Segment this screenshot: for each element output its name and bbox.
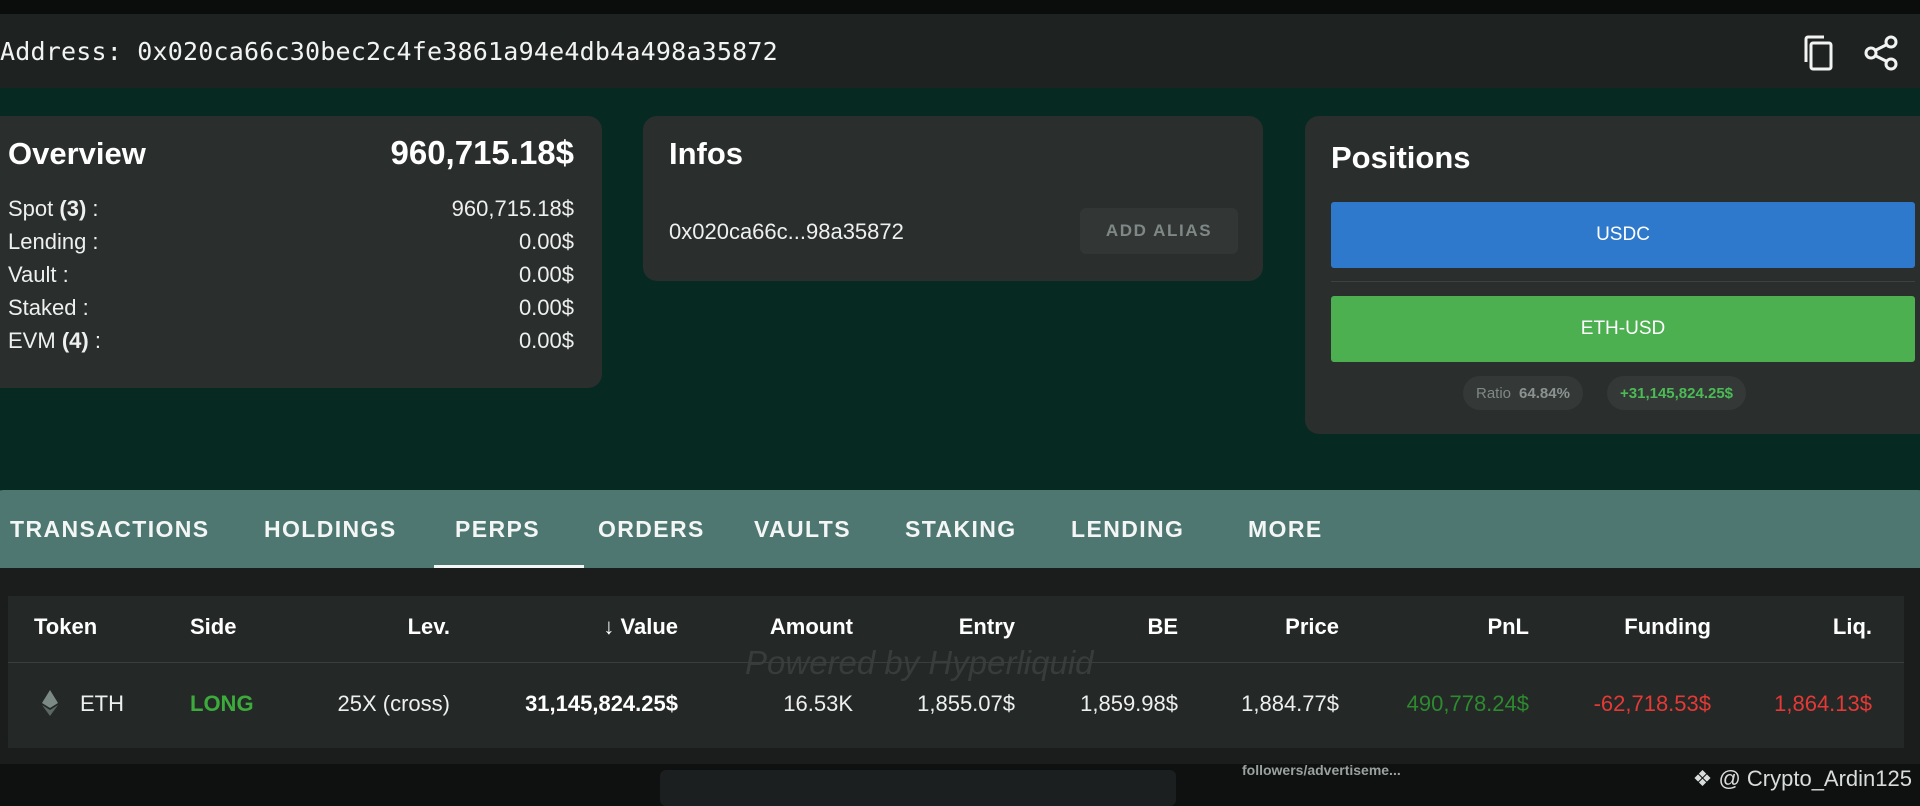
tab-staking[interactable]: STAKING [905, 490, 1017, 568]
footer-thumbnail [660, 770, 1176, 806]
eth-token-icon [42, 690, 58, 722]
col-entry[interactable]: Entry [959, 614, 1015, 640]
overview-row-evm: EVM (4) : 0.00$ [8, 328, 574, 353]
overview-title: Overview [8, 136, 146, 171]
col-value[interactable]: ↓ Value [603, 614, 678, 640]
col-amount[interactable]: Amount [770, 614, 853, 640]
infos-short-address: 0x020ca66c...98a35872 [669, 219, 904, 244]
cell-funding: -62,718.53$ [1593, 691, 1711, 716]
positions-title: Positions [1331, 140, 1471, 175]
cell-value: 31,145,824.25$ [525, 691, 678, 716]
tab-vaults[interactable]: VAULTS [754, 490, 851, 568]
overview-row-lending: Lending : 0.00$ [8, 229, 574, 254]
overview-total: 960,715.18$ [390, 134, 574, 171]
address-label: Address: [0, 36, 123, 66]
cell-pnl: 490,778.24$ [1406, 691, 1529, 716]
cell-token[interactable]: ETH [80, 691, 124, 717]
table-header-divider [8, 662, 1904, 663]
tab-lending[interactable]: LENDING [1071, 490, 1184, 568]
address-value: 0x020ca66c30bec2c4fe3861a94e4db4a498a358… [137, 36, 778, 66]
cell-amount: 16.53K [783, 691, 853, 716]
watermark: Powered by Hyperliquid [745, 644, 1094, 681]
copy-icon[interactable] [1798, 32, 1840, 74]
positions-divider [1331, 281, 1915, 282]
cell-liq: 1,864.13$ [1774, 691, 1872, 716]
add-alias-button[interactable]: ADD ALIAS [1080, 208, 1238, 254]
footer-text: followers/advertiseme... [1242, 762, 1401, 778]
position-bar-eth-usd[interactable]: ETH-USD [1331, 296, 1915, 362]
top-strip [0, 0, 1920, 14]
tab-more[interactable]: MORE [1248, 490, 1323, 568]
wallet-address: Address: 0x020ca66c30bec2c4fe3861a94e4db… [0, 37, 778, 66]
infos-card: Infos 0x020ca66c...98a35872 ADD ALIAS [643, 116, 1263, 281]
infos-title: Infos [669, 136, 744, 171]
binance-icon: ❖ [1692, 766, 1713, 791]
address-bar: Address: 0x020ca66c30bec2c4fe3861a94e4db… [0, 14, 1920, 88]
cell-side: LONG [190, 691, 254, 716]
tab-orders[interactable]: ORDERS [598, 490, 705, 568]
cell-price: 1,884.77$ [1241, 691, 1339, 716]
positions-card: Positions USDC ETH-USD Ratio 64.84% +31,1… [1305, 116, 1920, 434]
position-bar-usdc[interactable]: USDC [1331, 202, 1915, 268]
cell-be: 1,859.98$ [1080, 691, 1178, 716]
share-icon[interactable] [1860, 32, 1902, 74]
tab-perps[interactable]: PERPS [455, 490, 540, 568]
col-be[interactable]: BE [1147, 614, 1178, 640]
col-token[interactable]: Token [34, 614, 97, 640]
tab-bar: TRANSACTIONS HOLDINGS PERPS ORDERS VAULT… [0, 490, 1920, 568]
cell-lev: 25X (cross) [337, 691, 450, 716]
positions-total-badge: +31,145,824.25$ [1607, 376, 1747, 410]
credit-watermark: ❖ @ Crypto_Ardin125 [1692, 766, 1912, 791]
overview-row-staked: Staked : 0.00$ [8, 295, 574, 320]
overview-row-vault: Vault : 0.00$ [8, 262, 574, 287]
col-price[interactable]: Price [1285, 614, 1339, 640]
overview-card: Overview 960,715.18$ Spot (3) : 960,715.… [0, 116, 602, 388]
cell-entry: 1,855.07$ [917, 691, 1015, 716]
tab-holdings[interactable]: HOLDINGS [264, 490, 397, 568]
col-side[interactable]: Side [190, 614, 236, 640]
tab-transactions[interactable]: TRANSACTIONS [10, 490, 210, 568]
col-liq[interactable]: Liq. [1833, 614, 1872, 640]
col-pnl[interactable]: PnL [1487, 614, 1529, 640]
col-lev[interactable]: Lev. [408, 614, 450, 640]
col-funding[interactable]: Funding [1624, 614, 1711, 640]
overview-row-spot: Spot (3) : 960,715.18$ [8, 196, 574, 221]
ratio-badge: Ratio 64.84% [1463, 376, 1583, 410]
